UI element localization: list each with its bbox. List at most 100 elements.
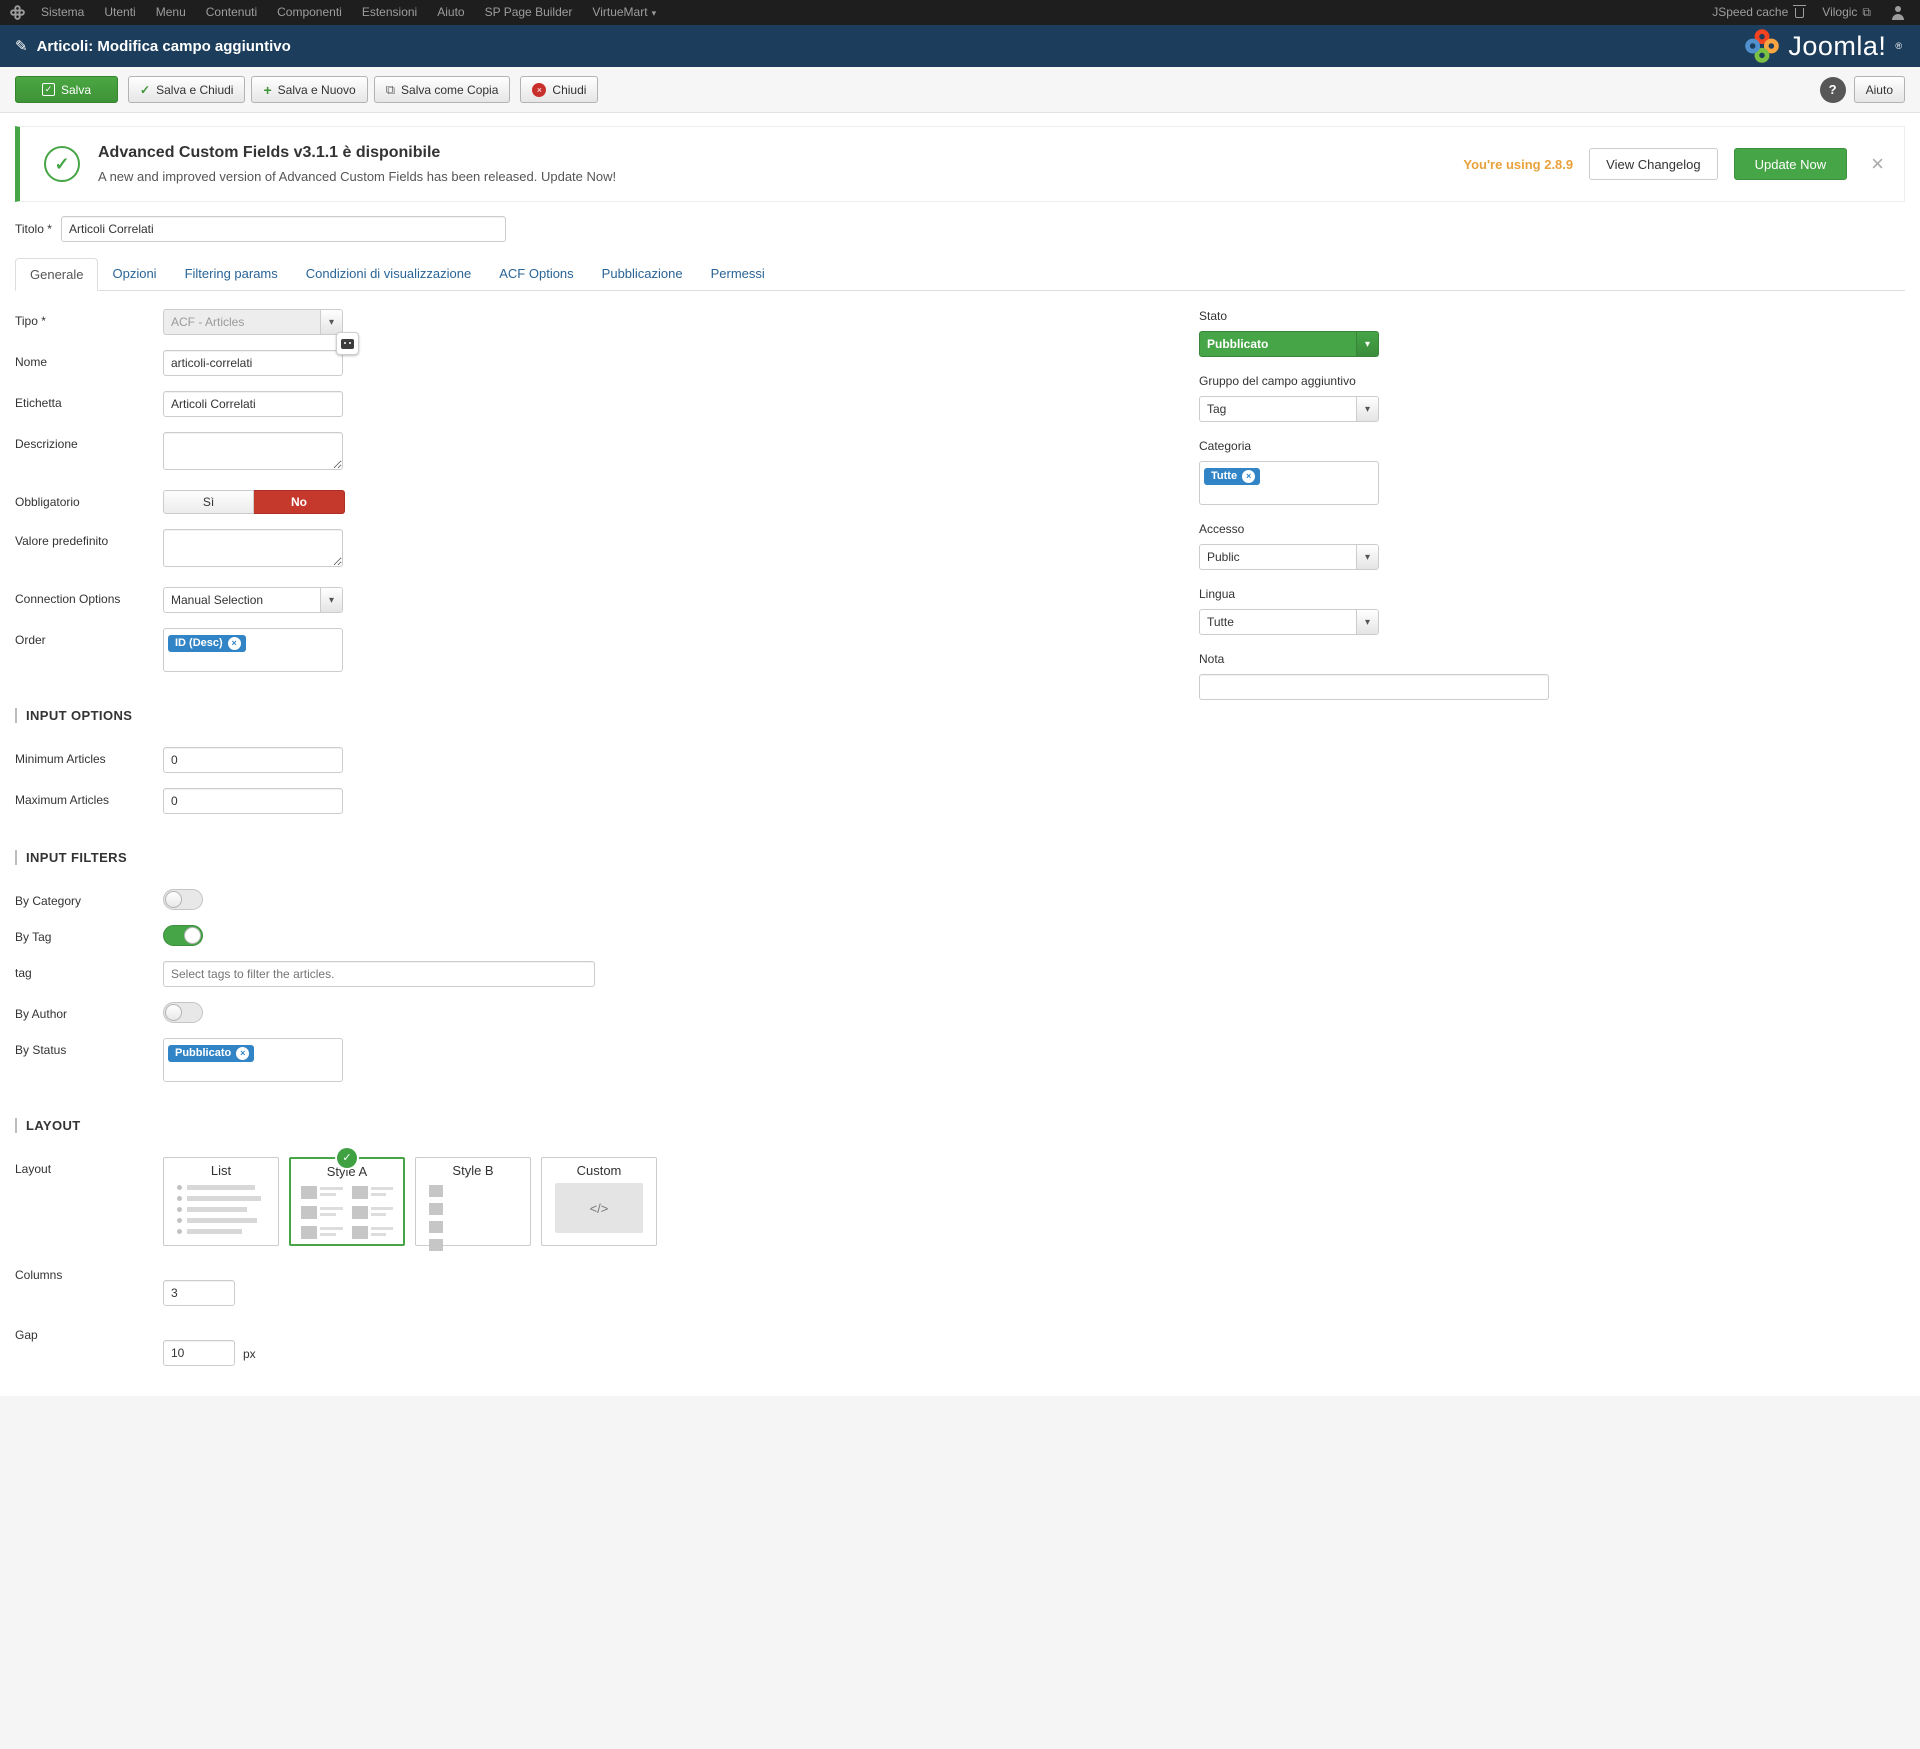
tab-condizioni-visualizzazione[interactable]: Condizioni di visualizzazione [292, 258, 485, 291]
tipo-value: ACF - Articles [164, 310, 320, 334]
menu-utenti[interactable]: Utenti [94, 0, 145, 26]
minimum-articles-label: Minimum Articles [15, 747, 163, 773]
admin-top-bar: Sistema Utenti Menu Contenuti Componenti… [0, 0, 1920, 25]
chevron-down-icon[interactable]: ▾ [1356, 397, 1378, 421]
field-row-layout: Layout List [15, 1157, 1135, 1246]
menu-aiuto[interactable]: Aiuto [427, 0, 474, 26]
obbligatorio-no-button[interactable]: No [254, 490, 345, 514]
order-label: Order [15, 628, 163, 672]
tab-filtering-params[interactable]: Filtering params [171, 258, 292, 291]
page-title: Articoli: Modifica campo aggiuntivo [37, 38, 291, 55]
save-new-button[interactable]: + Salva e Nuovo [251, 76, 367, 103]
field-row-minimum-articles: Minimum Articles [15, 747, 1135, 773]
by-tag-toggle[interactable] [163, 925, 203, 946]
nota-input[interactable] [1199, 674, 1549, 700]
copy-icon: ⧉ [386, 82, 395, 98]
maximum-articles-input[interactable] [163, 788, 343, 814]
user-icon[interactable] [1890, 6, 1906, 20]
tab-pubblicazione[interactable]: Pubblicazione [588, 258, 697, 291]
connection-options-select[interactable]: Manual Selection ▾ [163, 587, 343, 613]
gap-input[interactable] [163, 1340, 235, 1366]
remove-tag-icon[interactable]: × [236, 1047, 249, 1060]
layout-option-custom[interactable]: Custom </> [541, 1157, 657, 1246]
help-button[interactable]: Aiuto [1854, 76, 1905, 103]
obbligatorio-yes-button[interactable]: Sì [163, 490, 254, 514]
connection-options-value: Manual Selection [164, 588, 320, 612]
joomla-logo-mark [1745, 29, 1779, 63]
accesso-value: Public [1200, 545, 1356, 569]
section-heading-layout: LAYOUT [15, 1118, 1135, 1133]
jspeed-cache-link[interactable]: JSpeed cache [1703, 0, 1813, 25]
nome-label: Nome [15, 350, 163, 376]
field-row-by-status: By Status Pubblicato × [15, 1038, 1135, 1082]
order-tagbox[interactable]: ID (Desc) × [163, 628, 343, 672]
update-notice: ✓ Advanced Custom Fields v3.1.1 è dispon… [15, 126, 1905, 202]
view-changelog-button[interactable]: View Changelog [1589, 148, 1717, 180]
field-row-order: Order ID (Desc) × [15, 628, 1135, 672]
categoria-tagbox[interactable]: Tutte × [1199, 461, 1379, 505]
by-category-toggle[interactable] [163, 889, 203, 910]
vilogic-link[interactable]: Vilogic⧉ [1813, 0, 1880, 25]
descrizione-textarea[interactable] [163, 432, 343, 470]
menu-sp-page-builder[interactable]: SP Page Builder [475, 0, 583, 26]
tab-permessi[interactable]: Permessi [697, 258, 779, 291]
save-button[interactable]: ✓ Salva [15, 76, 118, 103]
admin-menu: Sistema Utenti Menu Contenuti Componenti… [31, 0, 666, 26]
chevron-down-icon[interactable]: ▾ [1356, 545, 1378, 569]
by-author-toggle[interactable] [163, 1002, 203, 1023]
categoria-tag-chip[interactable]: Tutte × [1204, 468, 1260, 485]
columns-input[interactable] [163, 1280, 235, 1306]
lingua-select[interactable]: Tutte ▾ [1199, 609, 1379, 635]
tag-input[interactable] [163, 961, 595, 987]
connection-options-label: Connection Options [15, 587, 163, 613]
categoria-label: Categoria [1199, 439, 1551, 453]
valore-predefinito-textarea[interactable] [163, 529, 343, 567]
by-author-label: By Author [15, 1002, 163, 1023]
order-tag-label: ID (Desc) [175, 637, 223, 649]
layout-option-style-a[interactable]: ✓ Style A [289, 1157, 405, 1246]
tab-acf-options[interactable]: ACF Options [485, 258, 587, 291]
close-button[interactable]: × Chiudi [520, 76, 598, 103]
layout-option-style-b[interactable]: Style B [415, 1157, 531, 1246]
menu-estensioni[interactable]: Estensioni [352, 0, 427, 26]
minimum-articles-input[interactable] [163, 747, 343, 773]
joomla-logo: Joomla!® [1745, 29, 1902, 63]
chevron-down-icon[interactable]: ▾ [1356, 332, 1378, 356]
gruppo-select[interactable]: Tag ▾ [1199, 396, 1379, 422]
field-row-etichetta: Etichetta [15, 391, 1135, 417]
success-check-icon: ✓ [44, 146, 80, 182]
menu-virtuemart[interactable]: VirtueMart▾ [582, 0, 666, 26]
remove-tag-icon[interactable]: × [228, 637, 241, 650]
browser-extension-icon[interactable] [336, 332, 359, 355]
chevron-down-icon[interactable]: ▾ [320, 310, 342, 334]
nome-input[interactable] [163, 350, 343, 376]
tag-label: tag [15, 961, 163, 987]
tab-opzioni[interactable]: Opzioni [98, 258, 170, 291]
layout-option-list[interactable]: List [163, 1157, 279, 1246]
chevron-down-icon[interactable]: ▾ [1356, 610, 1378, 634]
stato-select[interactable]: Pubblicato ▾ [1199, 331, 1379, 357]
save-copy-button[interactable]: ⧉ Salva come Copia [374, 76, 511, 103]
menu-componenti[interactable]: Componenti [267, 0, 352, 26]
by-status-tagbox[interactable]: Pubblicato × [163, 1038, 343, 1082]
help-circle-icon[interactable]: ? [1820, 77, 1846, 103]
etichetta-input[interactable] [163, 391, 343, 417]
by-status-tag-chip[interactable]: Pubblicato × [168, 1045, 254, 1062]
menu-menu[interactable]: Menu [146, 0, 196, 26]
close-icon[interactable]: × [1871, 153, 1884, 175]
joomla-icon[interactable] [10, 5, 25, 20]
chevron-down-icon: ▾ [652, 8, 657, 18]
remove-tag-icon[interactable]: × [1242, 470, 1255, 483]
layout-style-b-preview [416, 1183, 530, 1253]
menu-contenuti[interactable]: Contenuti [196, 0, 267, 26]
update-now-button[interactable]: Update Now [1734, 148, 1848, 180]
order-tag-chip[interactable]: ID (Desc) × [168, 635, 246, 652]
save-copy-label: Salva come Copia [401, 83, 498, 97]
tab-generale[interactable]: Generale [15, 258, 98, 291]
title-input[interactable] [61, 216, 506, 242]
accesso-select[interactable]: Public ▾ [1199, 544, 1379, 570]
menu-sistema[interactable]: Sistema [31, 0, 94, 26]
chevron-down-icon[interactable]: ▾ [320, 588, 342, 612]
jspeed-cache-label: JSpeed cache [1712, 0, 1788, 25]
save-close-button[interactable]: ✓ Salva e Chiudi [128, 76, 245, 103]
